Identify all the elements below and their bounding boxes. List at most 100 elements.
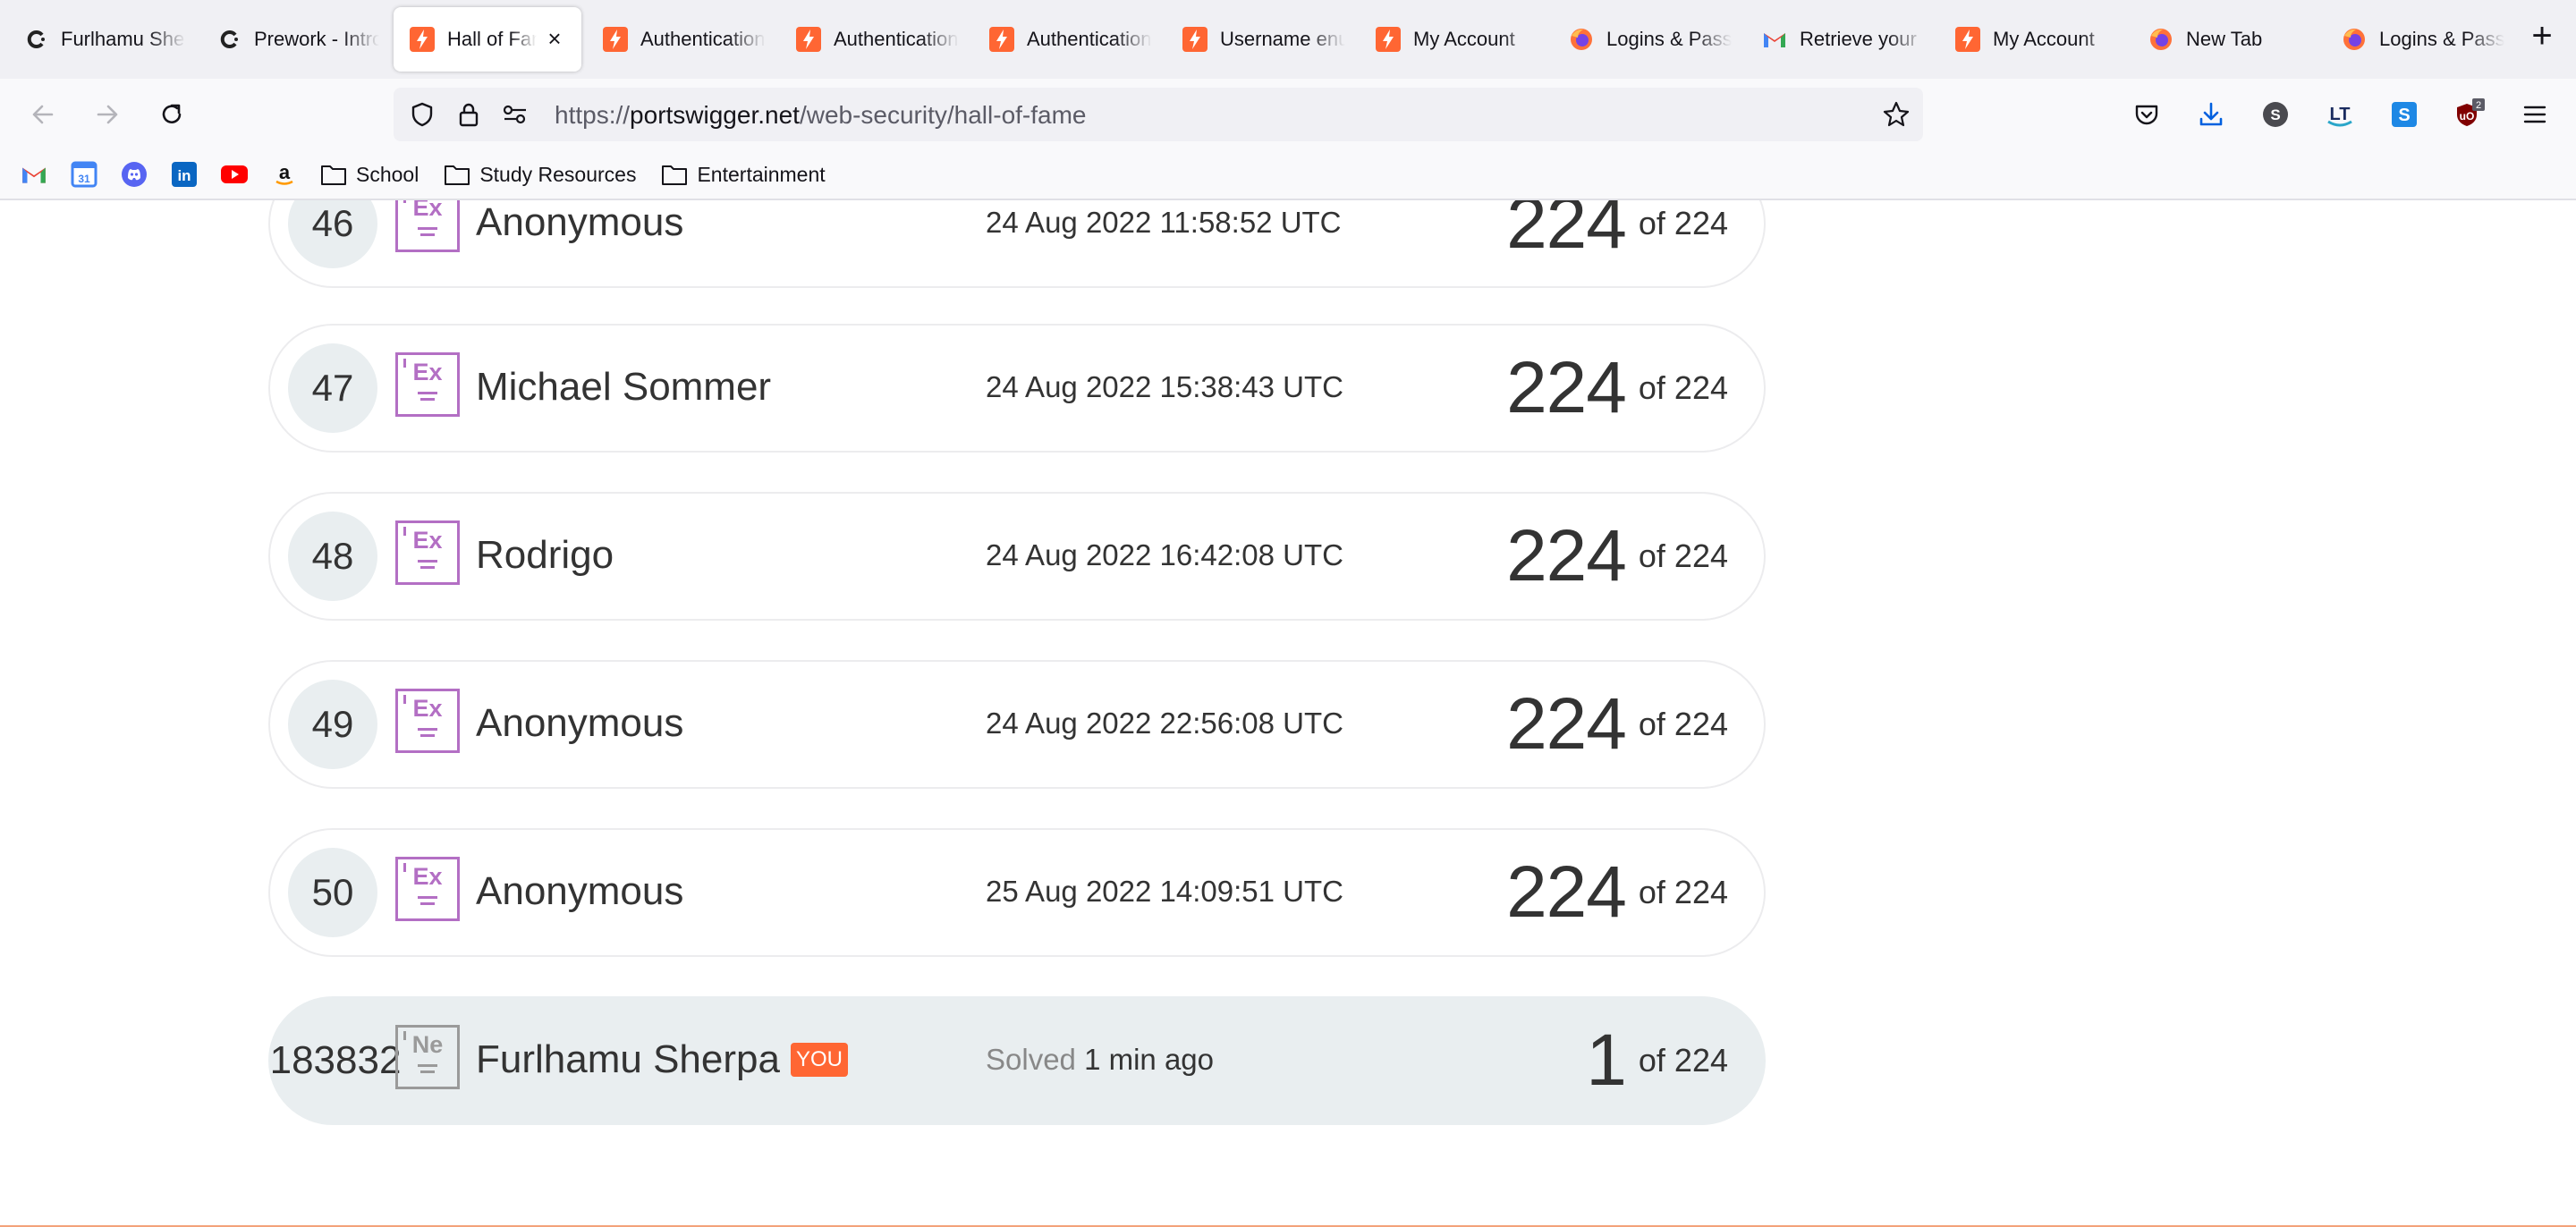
expert-level-icon: Ex <box>395 857 460 921</box>
svg-text:S: S <box>2398 106 2410 125</box>
forward-button[interactable] <box>89 97 125 132</box>
tab-2-active[interactable]: Hall of Fame × <box>394 7 581 72</box>
solved-when: 1 min ago <box>1084 1043 1215 1076</box>
score-total: of 224 <box>1638 205 1728 241</box>
tab-6[interactable]: Username enumeration <box>1166 7 1354 72</box>
tab-11[interactable]: New Tab <box>2132 7 2320 72</box>
expert-level-icon: Ex <box>395 689 460 753</box>
url-text[interactable]: https://portswigger.net/web-security/hal… <box>555 101 1087 130</box>
tab-label: Authentication <box>834 28 959 50</box>
tab-label: Username enumeration <box>1220 28 1345 50</box>
tab-3[interactable]: Authentication <box>587 7 775 72</box>
tab-5[interactable]: Authentication <box>973 7 1161 72</box>
portswigger-icon <box>1376 27 1401 52</box>
extension-lt-icon[interactable]: LT <box>2322 97 2358 132</box>
portswigger-icon <box>1182 27 1208 52</box>
menu-icon[interactable] <box>2517 97 2553 132</box>
bookmark-folder-label: Study Resources <box>479 162 637 186</box>
tab-0[interactable]: Furlhamu Sherpa <box>7 7 195 72</box>
rank-number: 46 <box>288 200 377 268</box>
pocket-icon[interactable] <box>2129 97 2165 132</box>
back-button[interactable] <box>25 97 61 132</box>
you-badge: YOU <box>790 1043 848 1077</box>
leaderboard-row: 50 Ex Anonymous 25 Aug 2022 14:09:51 UTC… <box>268 828 1766 957</box>
solved-label: Solved <box>986 1043 1076 1076</box>
bookmark-folder-school[interactable]: School <box>320 163 419 187</box>
shield-icon[interactable] <box>408 100 436 129</box>
tab-label: My Account <box>1413 28 1515 50</box>
score: 1 of 224 <box>1586 1016 1728 1105</box>
gmail-icon[interactable] <box>20 160 48 189</box>
extension-s-icon[interactable]: S <box>2258 97 2293 132</box>
firefox-icon <box>2148 27 2174 52</box>
bookmark-folder-study-resources[interactable]: Study Resources <box>444 163 636 187</box>
tab-label: Logins & Passwords <box>1606 28 1732 50</box>
close-tab-icon[interactable]: × <box>542 27 567 52</box>
rank-number: 50 <box>288 848 377 937</box>
bookmark-star-icon[interactable] <box>1882 100 1911 129</box>
score-value: 224 <box>1506 200 1627 264</box>
folder-icon <box>662 165 688 185</box>
gmail-icon <box>1762 27 1787 52</box>
score-total: of 224 <box>1638 874 1728 910</box>
current-user-row: 183832 Ne Furlhamu Sherpa YOU Solved 1 m… <box>268 996 1766 1125</box>
tab-label: Hall of Fame <box>447 28 537 50</box>
bookmarks-toolbar: 31 in a School Study Resources Entertain… <box>0 150 2576 200</box>
user-name: Anonymous <box>476 701 684 745</box>
tab-10[interactable]: My Account <box>1939 7 2127 72</box>
completion-date: 25 Aug 2022 14:09:51 UTC <box>986 875 1343 908</box>
level-badge-text: Ex <box>412 527 443 554</box>
tab-7[interactable]: My Account <box>1360 7 1547 72</box>
address-bar[interactable]: https://portswigger.net/web-security/hal… <box>394 88 1923 141</box>
discord-icon[interactable] <box>120 160 148 189</box>
tab-12[interactable]: Logins & Passwords <box>2326 7 2513 72</box>
svg-text:LT: LT <box>2330 105 2351 124</box>
folder-icon <box>445 165 470 185</box>
ublock-origin-icon[interactable]: uO 2 <box>2451 97 2487 132</box>
reload-button[interactable] <box>154 97 190 132</box>
extension-badge-count: 2 <box>2476 100 2481 111</box>
expert-level-icon: Ex <box>395 520 460 585</box>
expert-level-icon: Ex <box>395 352 460 417</box>
score: 224 of 224 <box>1506 343 1728 433</box>
svg-text:31: 31 <box>78 173 90 185</box>
amazon-icon[interactable]: a <box>270 160 299 189</box>
tab-label: New Tab <box>2186 28 2263 50</box>
navigation-bar: https://portswigger.net/web-security/hal… <box>0 79 2576 150</box>
bookmark-folder-entertainment[interactable]: Entertainment <box>661 163 826 187</box>
tab-strip: Furlhamu Sherpa Prework - Intro Hall of … <box>0 0 2576 79</box>
completion-date: 24 Aug 2022 11:58:52 UTC <box>986 206 1342 239</box>
youtube-icon[interactable] <box>220 160 249 189</box>
linkedin-icon[interactable]: in <box>170 160 199 189</box>
score-total: of 224 <box>1638 706 1728 742</box>
lock-icon[interactable] <box>454 100 483 129</box>
score-value: 1 <box>1586 1020 1627 1101</box>
tab-label: My Account <box>1993 28 2095 50</box>
tab-4[interactable]: Authentication <box>780 7 968 72</box>
level-badge-text: Ex <box>412 200 443 221</box>
level-badge-text: Ex <box>412 359 443 385</box>
score-value: 224 <box>1506 851 1627 933</box>
portswigger-icon <box>603 27 628 52</box>
completion-date: 24 Aug 2022 22:56:08 UTC <box>986 707 1343 740</box>
score: 224 of 224 <box>1506 680 1728 769</box>
downloads-icon[interactable] <box>2193 97 2229 132</box>
google-calendar-icon[interactable]: 31 <box>70 160 98 189</box>
tab-1[interactable]: Prework - Intro <box>200 7 388 72</box>
permissions-icon[interactable] <box>501 100 530 129</box>
firefox-icon <box>1569 27 1594 52</box>
tab-9[interactable]: Retrieve your <box>1746 7 1934 72</box>
tab-8[interactable]: Logins & Passwords <box>1553 7 1741 72</box>
score-total: of 224 <box>1638 537 1728 574</box>
codepath-icon <box>216 27 242 52</box>
leaderboard-row: 48 Ex Rodrigo 24 Aug 2022 16:42:08 UTC 2… <box>268 492 1766 621</box>
extension-skype-icon[interactable]: S <box>2386 97 2422 132</box>
score-value: 224 <box>1506 683 1627 765</box>
codepath-icon <box>23 27 48 52</box>
svg-text:a: a <box>279 161 291 183</box>
expert-level-icon: Ex <box>395 200 460 252</box>
user-name: Rodrigo <box>476 533 614 577</box>
leaderboard-row: 46 Ex Anonymous 24 Aug 2022 11:58:52 UTC… <box>268 200 1766 288</box>
tab-label: Authentication <box>1027 28 1152 50</box>
new-tab-button[interactable]: + <box>2524 18 2560 55</box>
